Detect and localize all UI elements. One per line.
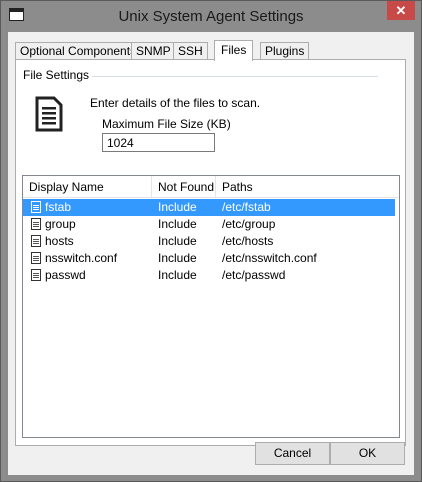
list-row-fstab[interactable]: fstab Include /etc/fstab: [23, 199, 395, 216]
file-icon: [31, 218, 41, 230]
file-icon: [31, 269, 41, 281]
tab-files[interactable]: Files: [214, 40, 254, 61]
max-file-size-label: Maximum File Size (KB): [102, 117, 231, 131]
max-file-size-input[interactable]: [102, 133, 215, 152]
row-not-found: Include: [158, 251, 197, 265]
column-display-name[interactable]: Display Name: [23, 176, 152, 198]
file-icon: [31, 235, 41, 247]
file-icon: [31, 252, 41, 264]
row-not-found: Include: [158, 268, 197, 282]
file-settings-group-label: File Settings: [23, 68, 90, 82]
files-tab-panel: File Settings Enter details of the files…: [15, 59, 406, 446]
row-path: /etc/passwd: [222, 268, 286, 282]
row-display-name: nsswitch.conf: [45, 251, 118, 265]
row-path: /etc/fstab: [222, 200, 271, 214]
row-path: /etc/nsswitch.conf: [222, 251, 317, 265]
title-bar[interactable]: Unix System Agent Settings ✕: [1, 1, 421, 32]
list-row-hosts[interactable]: hosts Include /etc/hosts: [23, 233, 395, 250]
row-display-name: group: [45, 217, 76, 231]
list-rows: fstab Include /etc/fstab group Include /…: [23, 199, 399, 284]
list-header: Display Name Not Found Paths: [23, 176, 399, 198]
document-icon: [35, 96, 63, 132]
settings-window: Unix System Agent Settings ✕ Optional Co…: [0, 0, 422, 482]
cancel-button[interactable]: Cancel: [255, 442, 330, 465]
close-button[interactable]: ✕: [387, 1, 415, 20]
tab-snmp[interactable]: SNMP: [131, 42, 176, 60]
group-divider: [92, 76, 378, 77]
column-not-found[interactable]: Not Found: [152, 176, 216, 198]
tab-plugins[interactable]: Plugins: [260, 42, 310, 60]
row-not-found: Include: [158, 200, 197, 214]
ok-button[interactable]: OK: [330, 442, 405, 465]
dialog-client-area: Optional Components SNMP SSH Files Plugi…: [8, 32, 414, 475]
instructions-text: Enter details of the files to scan.: [90, 96, 261, 110]
row-not-found: Include: [158, 234, 197, 248]
list-row-group[interactable]: group Include /etc/group: [23, 216, 395, 233]
file-icon: [31, 201, 41, 213]
list-row-nsswitch[interactable]: nsswitch.conf Include /etc/nsswitch.conf: [23, 250, 395, 267]
row-path: /etc/hosts: [222, 234, 274, 248]
row-display-name: hosts: [45, 234, 74, 248]
tab-ssh[interactable]: SSH: [173, 42, 208, 60]
row-display-name: fstab: [45, 200, 72, 214]
column-paths[interactable]: Paths: [216, 176, 399, 198]
row-display-name: passwd: [45, 268, 86, 282]
row-not-found: Include: [158, 217, 197, 231]
row-path: /etc/group: [222, 217, 276, 231]
window-title: Unix System Agent Settings: [118, 8, 304, 25]
list-row-passwd[interactable]: passwd Include /etc/passwd: [23, 267, 395, 284]
files-list[interactable]: Display Name Not Found Paths fstab Inclu…: [22, 175, 400, 438]
tab-optional-components[interactable]: Optional Components: [15, 42, 142, 60]
